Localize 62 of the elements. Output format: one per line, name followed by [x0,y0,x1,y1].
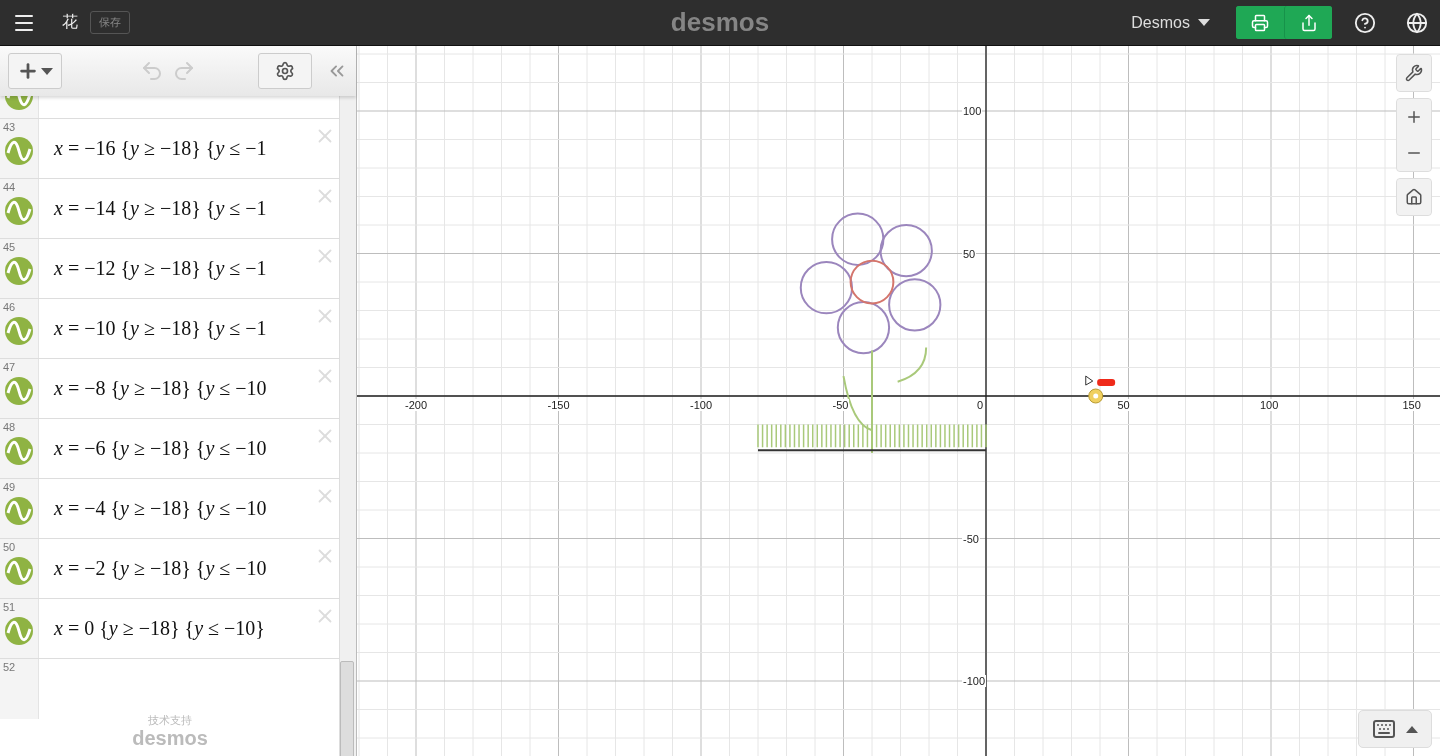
expression[interactable]: x = −8 {y ≥ −18} {y ≤ −10 [39,377,267,400]
plus-icon[interactable] [1405,108,1423,126]
line-number: 49 [3,481,16,493]
expression[interactable]: x = −14 {y ≥ −18} {y ≤ −1 [39,197,267,220]
axis-label: -200 [404,399,429,411]
axis-label: 50 [962,247,977,260]
plus-icon[interactable] [17,60,39,82]
expression[interactable]: x = −16 {y ≥ −18} {y ≤ −1 [39,137,267,160]
wave-icon[interactable] [5,557,33,585]
line-number: 46 [3,301,16,313]
credit-text: 技术支持 [148,713,192,728]
line-number: 52 [3,661,16,673]
axis-label: -50 [962,532,980,545]
keyboard-button[interactable] [1358,710,1432,748]
pointer-drawing [1085,375,1116,404]
line-number: 47 [3,361,16,373]
line-number: 44 [3,181,16,193]
axis-label: 100 [962,105,983,117]
add-item-button[interactable] [8,53,62,89]
axis-label: 0 [976,399,985,411]
wave-icon[interactable] [5,497,33,525]
expression[interactable]: x = −12 {y ≥ −18} {y ≤ −1 [39,257,267,280]
wave-icon[interactable] [5,377,33,405]
wave-icon[interactable] [5,137,33,165]
printer-icon[interactable] [1251,13,1269,32]
line-number: 43 [3,121,16,133]
wave-icon[interactable] [5,317,33,345]
account-menu[interactable]: Desmos [1125,12,1216,33]
axis-label: -150 [546,399,571,411]
wave-icon[interactable] [5,257,33,285]
expression[interactable]: x = −6 {y ≥ −18} {y ≤ −10 [39,437,267,460]
axis-label: 100 [1259,399,1280,411]
footer-logo: desmos [132,728,208,748]
wave-icon[interactable] [5,197,33,225]
expression[interactable]: x = −10 {y ≥ −18} {y ≤ −1 [39,317,267,340]
redo-button[interactable] [172,59,196,83]
line-number: 48 [3,421,16,433]
scrollbar[interactable] [339,96,356,756]
line-number: 50 [3,541,16,553]
axis-label: -100 [962,675,987,687]
wave-icon[interactable] [5,437,33,465]
settings-button[interactable] [258,53,312,89]
graph-title: 花 [62,12,78,32]
home-icon[interactable] [1405,188,1423,206]
expression[interactable]: x = −2 {y ≥ −18} {y ≤ −10 [39,557,267,580]
wave-icon[interactable] [5,617,33,645]
axis-label: -50 [831,399,850,411]
save-button[interactable]: 保存 [90,11,130,34]
keyboard-icon[interactable] [1372,717,1396,741]
share-button[interactable] [1284,6,1332,39]
wrench-icon[interactable] [1405,64,1423,82]
line-number: 51 [3,601,16,613]
share-icon[interactable] [1299,13,1318,32]
expression[interactable]: x = −4 {y ≥ −18} {y ≤ −10 [39,497,267,520]
logo: desmos [670,7,770,38]
settings-icon[interactable] [275,61,295,81]
line-number: 45 [3,241,16,253]
axis-label: 150 [1401,399,1422,411]
expression[interactable]: x = 0 {y ≥ −18} {y ≤ −10} [39,617,265,640]
axis-label: 50 [1116,399,1131,411]
axis-label: -100 [689,399,714,411]
undo-button[interactable] [140,59,164,83]
